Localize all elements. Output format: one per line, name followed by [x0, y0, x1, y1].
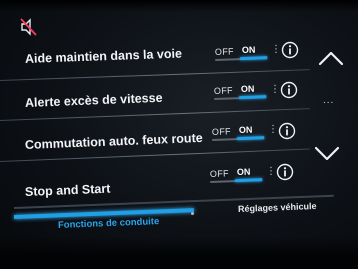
- toggle-active-indicator: [237, 136, 265, 141]
- separator-dots: ⋮: [266, 166, 276, 177]
- info-icon[interactable]: [278, 122, 296, 140]
- row-divider: [0, 69, 310, 81]
- chevron-down-icon[interactable]: [314, 146, 340, 162]
- screen-bezel: [0, 0, 358, 12]
- info-icon[interactable]: [281, 41, 299, 59]
- tab-separator-dot: [191, 212, 194, 215]
- toggle-on-label: ON: [241, 44, 256, 56]
- toggle-on-label: ON: [236, 166, 251, 178]
- row-divider: [0, 108, 310, 121]
- settings-screen: Aide maintien dans la voie OFF ON ⋮ Aler…: [0, 0, 358, 269]
- on-off-toggle[interactable]: OFF ON: [209, 166, 263, 183]
- screen-bottom-shade: [0, 236, 358, 269]
- toggle-on-label: ON: [240, 83, 255, 95]
- toggle-off-label: OFF: [213, 85, 233, 96]
- on-off-toggle[interactable]: OFF ON: [213, 83, 267, 100]
- setting-label: Commutation auto. feux route: [24, 130, 203, 152]
- speaker-muted-icon[interactable]: [20, 18, 38, 36]
- toggle-active-indicator: [239, 95, 267, 100]
- toggle-off-label: OFF: [209, 168, 229, 179]
- setting-row-auto-high-beam[interactable]: Commutation auto. feux route OFF ON ⋮: [0, 122, 358, 165]
- toggle-active-indicator: [240, 56, 268, 61]
- setting-label: Stop and Start: [24, 181, 111, 199]
- tab-vehicle-settings[interactable]: Réglages véhicule: [238, 201, 317, 214]
- info-icon[interactable]: [276, 163, 294, 181]
- on-off-toggle[interactable]: OFF ON: [214, 44, 268, 61]
- setting-row-speed-alert[interactable]: Alerte excès de vitesse OFF ON ⋮: [0, 81, 358, 124]
- toggle-off-label: OFF: [214, 46, 234, 57]
- separator-dots: ⋮: [271, 44, 281, 55]
- chevron-up-icon[interactable]: [318, 50, 344, 66]
- separator-dots: ⋮: [270, 84, 280, 95]
- setting-label: Aide maintien dans la voie: [24, 46, 183, 66]
- toggle-on-label: ON: [238, 124, 253, 136]
- toggle-off-label: OFF: [211, 126, 231, 137]
- scroll-more-indicator: ...: [323, 95, 335, 106]
- setting-label: Alerte excès de vitesse: [24, 90, 163, 110]
- setting-row-lane-keeping[interactable]: Aide maintien dans la voie OFF ON ⋮: [0, 41, 358, 82]
- on-off-toggle[interactable]: OFF ON: [211, 124, 265, 141]
- tab-driving-functions[interactable]: Fonctions de conduite: [58, 216, 160, 231]
- toggle-active-indicator: [235, 178, 263, 183]
- separator-dots: ⋮: [268, 124, 278, 135]
- info-icon[interactable]: [280, 81, 298, 99]
